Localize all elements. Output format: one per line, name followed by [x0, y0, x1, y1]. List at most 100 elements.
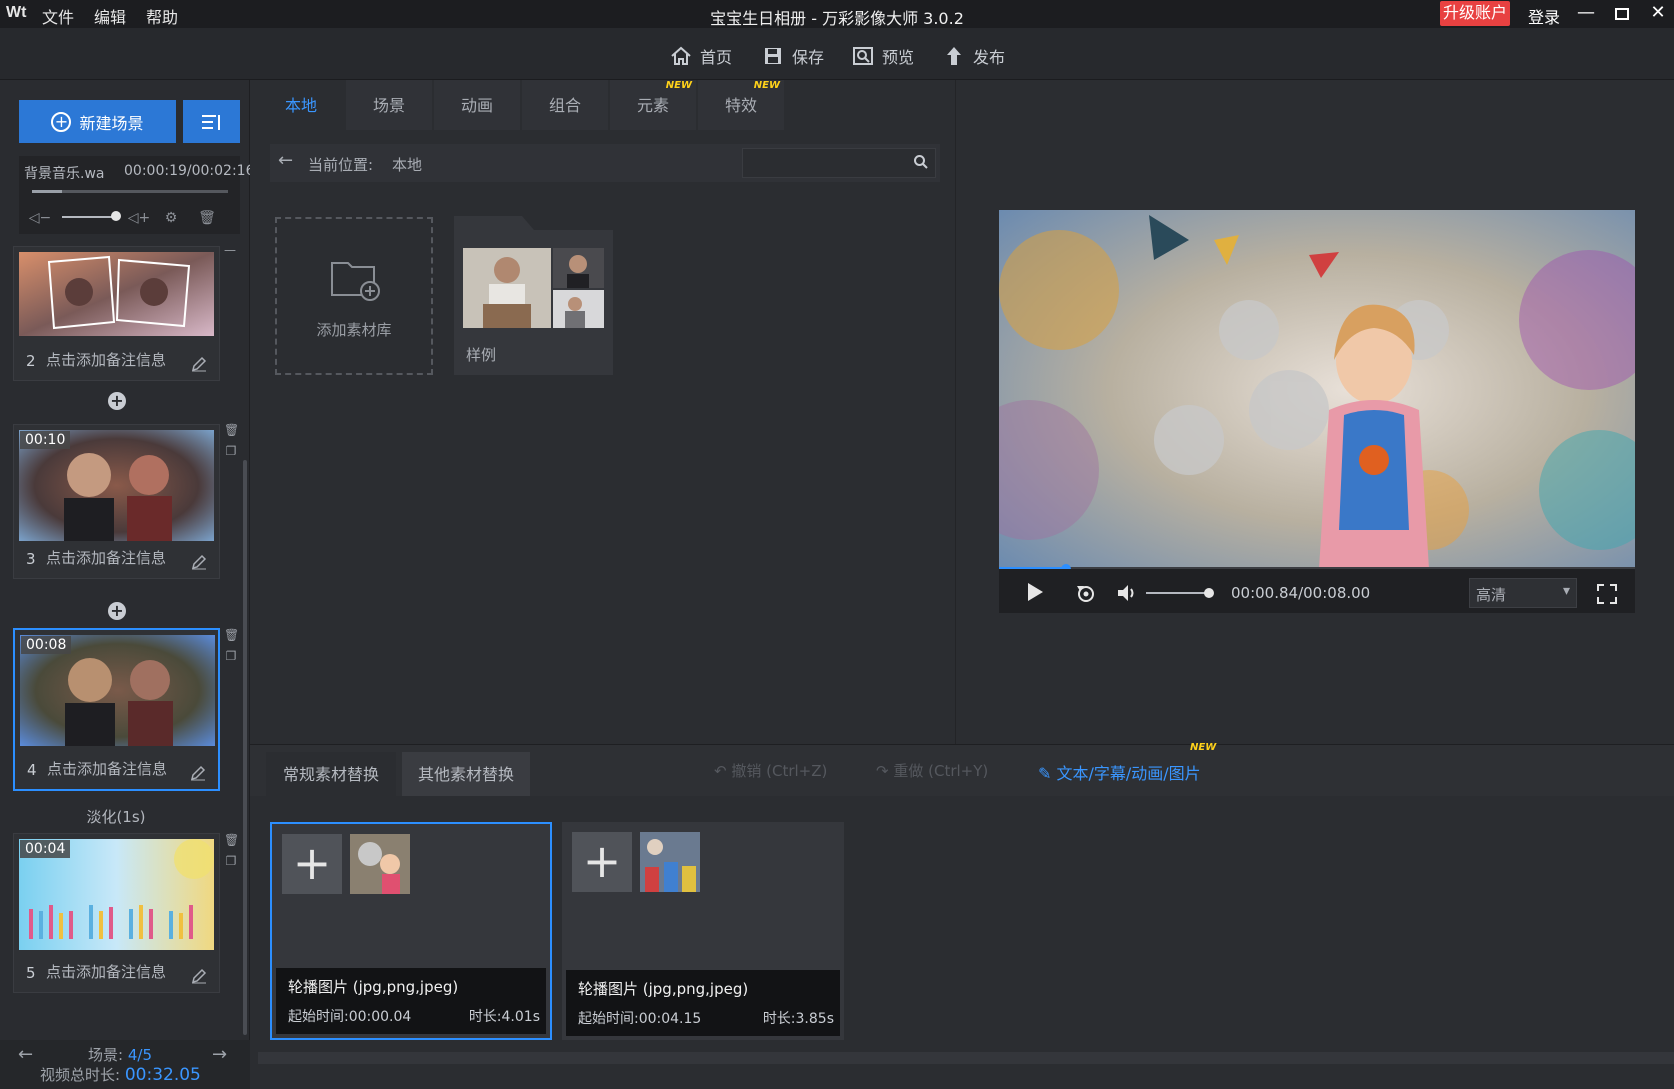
volume-icon[interactable]	[1116, 583, 1138, 607]
card-thumbnail	[640, 832, 700, 892]
volume-up-icon[interactable]: ◁+	[126, 205, 152, 231]
volume-down-icon[interactable]: ◁−	[27, 205, 53, 231]
add-library-label: 添加素材库	[316, 321, 392, 339]
plus-circle-icon: +	[51, 111, 72, 132]
scene-number: 4	[27, 761, 37, 779]
scene-item-5[interactable]: 00:04 5 点击添加备注信息	[13, 833, 220, 993]
tab-regular-replace[interactable]: 常规素材替换	[266, 752, 396, 796]
copy-icon[interactable]: ❐	[224, 444, 238, 458]
tab-animation[interactable]: 动画	[434, 80, 520, 130]
undo-icon: ↶	[714, 762, 732, 780]
scene-item-4[interactable]: 00:08 4 点击添加备注信息	[13, 628, 220, 791]
home-label: 首页	[700, 48, 733, 67]
home-button[interactable]: 首页	[670, 44, 732, 68]
quality-value: 高清	[1476, 586, 1507, 604]
redo-button[interactable]: ↷ 重做 (Ctrl+Y)	[876, 760, 988, 781]
replace-scrollbar[interactable]	[258, 1052, 1674, 1064]
new-badge: NEW	[665, 80, 692, 91]
scene-item-2[interactable]: 2 点击添加备注信息	[13, 246, 220, 381]
login-button[interactable]: 登录	[1528, 4, 1560, 28]
edit-icon[interactable]	[191, 356, 207, 372]
play-icon[interactable]	[1026, 582, 1044, 606]
prev-scene-icon[interactable]: ←	[18, 1044, 33, 1065]
replace-card-1[interactable]: + 轮播图片 (jpg,png,jpeg) 起始时间:00:00.04 时长:4…	[270, 822, 552, 1040]
tab-combination[interactable]: 组合	[522, 80, 608, 130]
tab-local[interactable]: 本地	[258, 80, 344, 130]
search-icon[interactable]	[913, 154, 929, 170]
total-duration: 视频总时长: 00:32.05	[40, 1064, 201, 1085]
close-icon[interactable]: ✕	[1645, 2, 1671, 26]
quality-select[interactable]: 高清 ▾	[1469, 578, 1577, 608]
tab-effects[interactable]: 特效 NEW	[698, 80, 784, 130]
minimize-icon[interactable]: —	[1573, 2, 1599, 26]
save-button[interactable]: 保存	[762, 44, 824, 68]
tab-other-replace[interactable]: 其他素材替换	[402, 752, 530, 796]
preview-button[interactable]: 预览	[852, 44, 914, 68]
replace-card-2[interactable]: + 轮播图片 (jpg,png,jpeg) 起始时间:00:04.15 时长:3…	[562, 822, 844, 1040]
music-name: 背景音乐.wa	[24, 166, 105, 182]
sample-folder[interactable]: 样例	[454, 216, 613, 375]
trash-icon[interactable]: 🗑	[194, 205, 220, 231]
text-subtitle-link[interactable]: ✎ 文本/字幕/动画/图片	[1038, 760, 1201, 784]
scene-item-3[interactable]: 00:10 3 点击添加备注信息	[13, 424, 220, 579]
back-arrow-icon[interactable]: ←	[278, 150, 293, 171]
edit-icon[interactable]	[191, 968, 207, 984]
scene-list-button[interactable]	[183, 100, 240, 143]
publish-button[interactable]: 发布	[943, 44, 1005, 68]
new-badge: NEW	[753, 80, 780, 91]
undo-button[interactable]: ↶ 撤销 (Ctrl+Z)	[714, 760, 827, 781]
tab-scene[interactable]: 场景	[346, 80, 432, 130]
edit-icon[interactable]	[191, 554, 207, 570]
gear-icon[interactable]: ⚙	[158, 205, 184, 231]
add-image-button[interactable]: +	[282, 834, 342, 894]
collapse-icon[interactable]: —	[224, 243, 236, 257]
text-subtitle-label: 文本/字幕/动画/图片	[1056, 764, 1201, 783]
library-tabs: 本地 场景 动画 组合 元素 NEW 特效 NEW	[258, 80, 786, 130]
card-start-time: 起始时间:00:04.15	[578, 1011, 702, 1027]
add-library-button[interactable]: 添加素材库	[275, 217, 433, 375]
maximize-icon[interactable]	[1609, 2, 1635, 26]
scene-counter: 场景: 4/5	[88, 1044, 152, 1065]
list-icon	[201, 114, 220, 130]
scene-note[interactable]: 点击添加备注信息	[47, 758, 167, 779]
transition-label[interactable]: 淡化(1s)	[0, 806, 232, 827]
fullscreen-icon[interactable]	[1597, 584, 1617, 608]
next-scene-icon[interactable]: →	[212, 1044, 227, 1065]
path-value: 本地	[392, 156, 423, 174]
sample-folder-thumbnail	[463, 248, 604, 328]
trash-icon[interactable]: 🗑	[224, 628, 239, 642]
scene-navigator: ← 场景: 4/5 → 视频总时长: 00:32.05	[0, 1040, 250, 1089]
add-scene-icon[interactable]: +	[108, 602, 126, 620]
scene-note[interactable]: 点击添加备注信息	[46, 349, 166, 370]
add-scene-icon[interactable]: +	[108, 392, 126, 410]
player-volume-knob[interactable]	[1204, 588, 1214, 598]
new-scene-button[interactable]: + 新建场景	[19, 100, 176, 143]
edit-icon[interactable]	[190, 765, 206, 781]
add-image-button[interactable]: +	[572, 832, 632, 892]
scene-scrollbar[interactable]	[243, 460, 247, 1035]
music-volume-slider[interactable]	[62, 216, 117, 218]
search-input[interactable]	[742, 148, 936, 178]
scene-note[interactable]: 点击添加备注信息	[46, 961, 166, 982]
publish-label: 发布	[973, 48, 1006, 67]
tab-elements[interactable]: 元素 NEW	[610, 80, 696, 130]
replay-icon[interactable]	[1075, 582, 1097, 608]
preview-icon	[853, 47, 873, 65]
card-start-time: 起始时间:00:00.04	[288, 1009, 412, 1025]
upgrade-account-button[interactable]: 升级账户	[1440, 1, 1510, 26]
pencil-icon: ✎	[1038, 764, 1057, 783]
trash-icon[interactable]: 🗑	[224, 423, 239, 437]
path-label: 当前位置:	[308, 156, 374, 174]
copy-icon[interactable]: ❐	[224, 649, 238, 663]
scene-thumbnail	[19, 252, 214, 336]
volume-knob[interactable]	[111, 211, 121, 221]
trash-icon[interactable]: 🗑	[224, 833, 239, 847]
music-progress[interactable]	[32, 190, 228, 193]
total-duration-value: 00:32.05	[124, 1065, 201, 1085]
video-preview[interactable]	[999, 210, 1635, 569]
player-volume-slider[interactable]	[1146, 592, 1210, 594]
scene-number: 3	[26, 550, 36, 568]
card-title: 轮播图片 (jpg,png,jpeg)	[578, 980, 749, 998]
scene-note[interactable]: 点击添加备注信息	[46, 547, 166, 568]
copy-icon[interactable]: ❐	[224, 854, 238, 868]
